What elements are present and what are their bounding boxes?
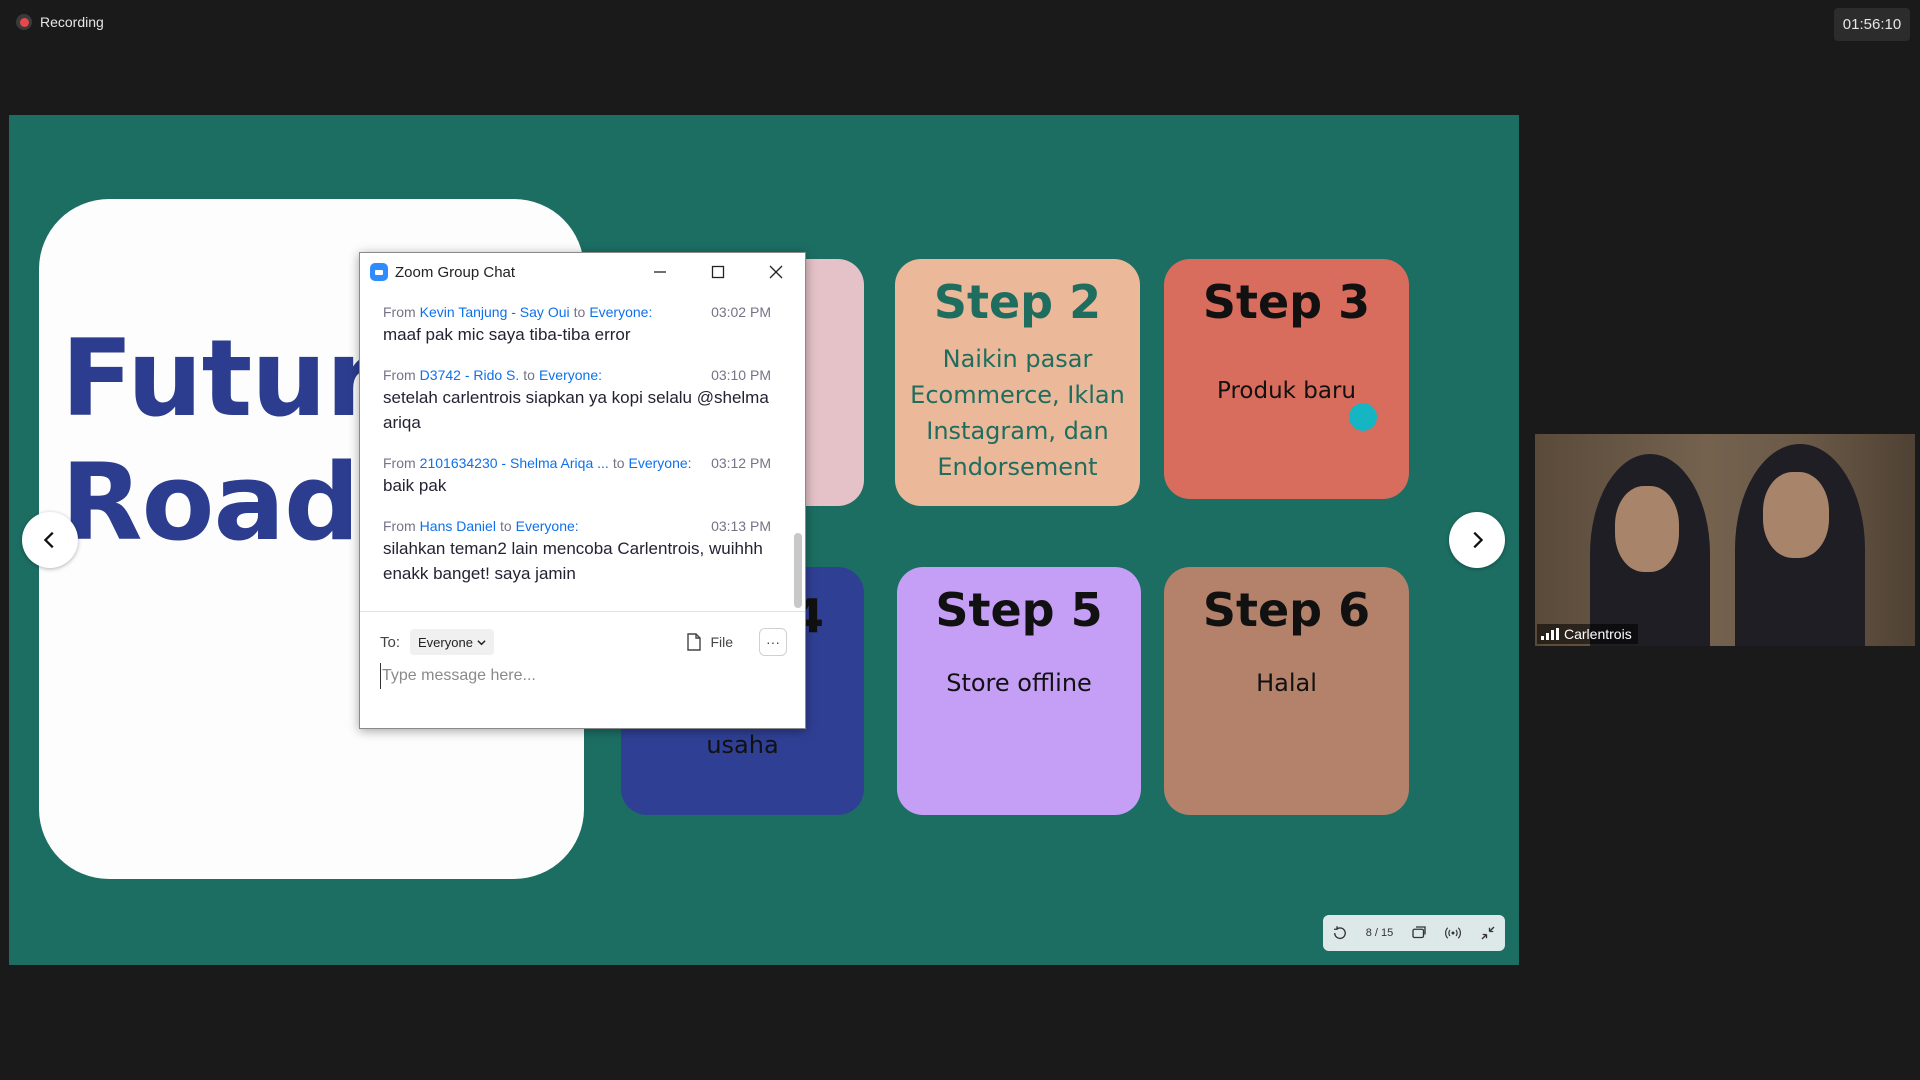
to-label: To: — [380, 633, 401, 651]
sender-name[interactable]: 2101634230 - Shelma Ariqa ... — [420, 455, 609, 471]
to-label: to — [499, 518, 512, 534]
message-text: setelah carlentrois siapkan ya kopi sela… — [383, 388, 769, 432]
minimize-button[interactable] — [631, 253, 689, 291]
zoom-logo-icon — [370, 263, 388, 281]
message-text: maaf pak mic saya tiba-tiba error — [383, 325, 631, 344]
signal-strength-icon — [1541, 628, 1559, 640]
meeting-timer: 01:56:10 — [1834, 8, 1910, 41]
chevron-down-icon — [477, 639, 486, 645]
restart-icon[interactable] — [1331, 924, 1349, 942]
sender-name[interactable]: Kevin Tanjung - Say Oui — [420, 304, 570, 320]
chat-message: From D3742 - Rido S. to Everyone: 03:10 … — [383, 367, 771, 435]
slides-grid-icon[interactable] — [1410, 924, 1428, 942]
from-label: From — [383, 304, 416, 320]
scrollbar-thumb[interactable] — [794, 533, 802, 608]
slide-page-indicator: 8 / 15 — [1365, 927, 1394, 939]
step-card-3: Step 3 Produk baru — [1164, 259, 1409, 499]
message-time: 03:02 PM — [711, 304, 771, 320]
participant-face — [1615, 486, 1679, 572]
message-time: 03:10 PM — [711, 367, 771, 383]
step-title: Step 2 — [933, 275, 1102, 329]
participant-name-tag: Carlentrois — [1537, 624, 1638, 644]
recipient-dropdown-value: Everyone — [418, 634, 473, 650]
chat-scrollbar[interactable] — [794, 293, 802, 611]
step-description: Store offline — [946, 669, 1092, 697]
slide-controls: 8 / 15 — [1323, 915, 1505, 951]
step-card-2: Step 2 Naikin pasar Ecommerce, Iklan Ins… — [895, 259, 1140, 506]
message-input[interactable] — [380, 663, 780, 689]
recipient-name[interactable]: Everyone: — [516, 518, 579, 534]
step-card-5: Step 5 Store offline — [897, 567, 1141, 815]
chevron-right-icon — [1473, 531, 1484, 549]
step-description: Produk baru — [1216, 378, 1357, 404]
recipient-name[interactable]: Everyone: — [629, 455, 692, 471]
chat-message: From Kevin Tanjung - Say Oui to Everyone… — [383, 304, 771, 347]
chevron-left-icon — [43, 531, 54, 549]
previous-slide-button[interactable] — [22, 512, 78, 568]
to-label: to — [523, 367, 535, 383]
more-options-button[interactable]: ··· — [759, 628, 787, 656]
step-title: Step 6 — [1202, 583, 1371, 637]
step-title: Step 5 — [935, 583, 1103, 637]
file-label: File — [710, 634, 733, 650]
from-label: From — [383, 367, 416, 383]
recording-indicator[interactable]: Recording — [16, 14, 104, 30]
message-text: silahkan teman2 lain mencoba Carlentrois… — [383, 539, 763, 583]
close-icon — [769, 265, 783, 279]
record-icon — [16, 14, 32, 30]
recording-label: Recording — [40, 14, 104, 30]
group-chat-window: Zoom Group Chat From Kevin Tanjung - Say… — [359, 252, 806, 729]
participant-video[interactable]: Carlentrois — [1535, 434, 1915, 646]
chat-title-bar[interactable]: Zoom Group Chat — [360, 253, 805, 291]
recipient-name[interactable]: Everyone: — [539, 367, 602, 383]
laser-pointer — [1349, 403, 1377, 431]
step-title: Step 3 — [1202, 275, 1371, 329]
recipient-name[interactable]: Everyone: — [589, 304, 652, 320]
divider — [360, 611, 805, 612]
close-button[interactable] — [747, 253, 805, 291]
maximize-icon — [711, 265, 725, 279]
to-label: to — [612, 455, 625, 471]
participant-face — [1763, 472, 1829, 558]
maximize-button[interactable] — [689, 253, 747, 291]
recipient-dropdown[interactable]: Everyone — [410, 629, 494, 655]
message-time: 03:12 PM — [711, 455, 771, 471]
to-label: to — [573, 304, 586, 320]
step-description: Halal — [1256, 669, 1317, 697]
chat-message: From 2101634230 - Shelma Ariqa ... to Ev… — [383, 455, 771, 498]
next-slide-button[interactable] — [1449, 512, 1505, 568]
step-description: Naikin pasar Ecommerce, Iklan Instagram,… — [910, 345, 1125, 481]
step-card-6: Step 6 Halal — [1164, 567, 1409, 815]
from-label: From — [383, 518, 416, 534]
file-icon — [687, 633, 702, 651]
file-button[interactable]: File — [686, 633, 733, 651]
message-text: baik pak — [383, 476, 447, 495]
chat-title: Zoom Group Chat — [395, 263, 516, 281]
participant-name: Carlentrois — [1564, 626, 1632, 642]
sender-name[interactable]: Hans Daniel — [420, 518, 496, 534]
chat-message: From Hans Daniel to Everyone: 03:13 PM s… — [383, 518, 771, 586]
step-description: usaha — [706, 731, 779, 759]
recipient-row: To: Everyone File ··· — [380, 628, 787, 656]
message-time: 03:13 PM — [711, 518, 771, 534]
broadcast-icon[interactable] — [1444, 924, 1462, 942]
from-label: From — [383, 455, 416, 471]
slide-title-line2: Roadr — [61, 441, 411, 564]
message-list[interactable]: From Kevin Tanjung - Say Oui to Everyone… — [360, 291, 793, 611]
exit-fullscreen-icon[interactable] — [1479, 924, 1497, 942]
sender-name[interactable]: D3742 - Rido S. — [420, 367, 520, 383]
minimize-icon — [654, 271, 666, 273]
